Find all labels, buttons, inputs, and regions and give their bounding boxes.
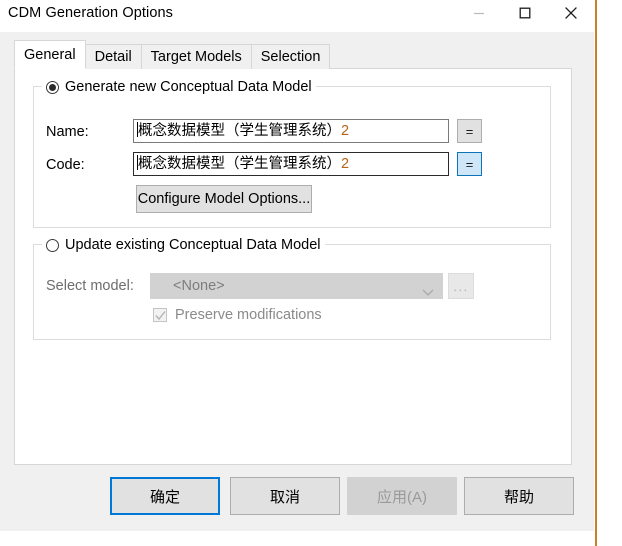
select-model-combobox[interactable]: <None> <box>150 273 443 299</box>
name-input[interactable]: 概念数据模型（学生管理系统）2 <box>133 119 449 143</box>
help-button-label: 帮助 <box>503 488 534 506</box>
window-title: CDM Generation Options <box>8 5 173 21</box>
preserve-modifications-checkbox[interactable]: Preserve modifications <box>153 307 322 323</box>
code-input[interactable]: 概念数据模型（学生管理系统）2 <box>133 152 449 176</box>
name-label: Name: <box>46 124 89 140</box>
radio-selected-icon <box>46 80 59 94</box>
tab-selection[interactable]: Selection <box>250 44 331 69</box>
generate-new-model-radio-label: Generate new Conceptual Data Model <box>65 79 312 95</box>
ok-button[interactable]: 确定 <box>110 477 220 515</box>
right-edge-guide-line <box>595 0 597 546</box>
name-input-value: 概念数据模型（学生管理系统） <box>138 123 341 139</box>
tab-general[interactable]: General <box>14 40 86 69</box>
dialog-button-bar: 确定 取消 应用(A) 帮助 <box>0 473 594 531</box>
code-input-value: 概念数据模型（学生管理系统） <box>138 156 341 172</box>
apply-button-label: 应用(A) <box>377 488 427 506</box>
checkbox-checked-icon <box>153 308 167 322</box>
tab-strip: General Detail Target Models Selection <box>14 40 331 69</box>
close-icon <box>564 6 578 20</box>
select-model-browse-label: ... <box>453 278 469 294</box>
code-input-suffix: 2 <box>341 156 350 172</box>
configure-model-options-button[interactable]: Configure Model Options... <box>136 185 312 213</box>
radio-unselected-icon <box>46 238 59 252</box>
name-equals-button-label: = <box>465 123 474 139</box>
update-existing-model-group: Update existing Conceptual Data Model Se… <box>33 235 551 340</box>
cancel-button-label: 取消 <box>269 488 300 506</box>
update-existing-model-radio-label: Update existing Conceptual Data Model <box>65 237 321 253</box>
tab-detail[interactable]: Detail <box>84 44 142 69</box>
screenshot-root: CDM Generation Options General Detail Ta… <box>0 0 622 546</box>
tab-control: General Detail Target Models Selection G… <box>14 40 572 465</box>
tab-page-general: Generate new Conceptual Data Model Name:… <box>14 68 572 465</box>
generate-new-model-radio[interactable]: Generate new Conceptual Data Model <box>42 77 316 97</box>
cancel-button[interactable]: 取消 <box>230 477 340 515</box>
dialog-client-area: General Detail Target Models Selection G… <box>0 32 594 531</box>
ok-button-label: 确定 <box>149 488 180 506</box>
preserve-modifications-label: Preserve modifications <box>175 307 322 323</box>
update-existing-model-radio[interactable]: Update existing Conceptual Data Model <box>42 235 325 255</box>
select-model-value: <None> <box>173 278 225 294</box>
generate-new-model-group: Generate new Conceptual Data Model Name:… <box>33 77 551 228</box>
maximize-button[interactable] <box>502 0 548 32</box>
chevron-down-icon <box>422 283 434 301</box>
window-caption-buttons <box>456 0 594 32</box>
name-input-suffix: 2 <box>341 123 350 139</box>
maximize-icon <box>519 7 531 19</box>
select-model-browse-button[interactable]: ... <box>448 273 474 299</box>
apply-button: 应用(A) <box>347 477 457 515</box>
cdm-generation-options-dialog: CDM Generation Options General Detail Ta… <box>0 0 594 531</box>
code-equals-button-label: = <box>465 156 474 172</box>
tab-target-models[interactable]: Target Models <box>140 44 252 69</box>
configure-model-options-label: Configure Model Options... <box>137 191 311 207</box>
help-button[interactable]: 帮助 <box>464 477 574 515</box>
code-label: Code: <box>46 157 85 173</box>
name-equals-button[interactable]: = <box>457 119 482 143</box>
select-model-label: Select model: <box>46 278 134 294</box>
close-button[interactable] <box>548 0 594 32</box>
minimize-icon <box>473 7 485 19</box>
title-bar: CDM Generation Options <box>0 0 594 32</box>
code-equals-button[interactable]: = <box>457 152 482 176</box>
minimize-button[interactable] <box>456 0 502 32</box>
